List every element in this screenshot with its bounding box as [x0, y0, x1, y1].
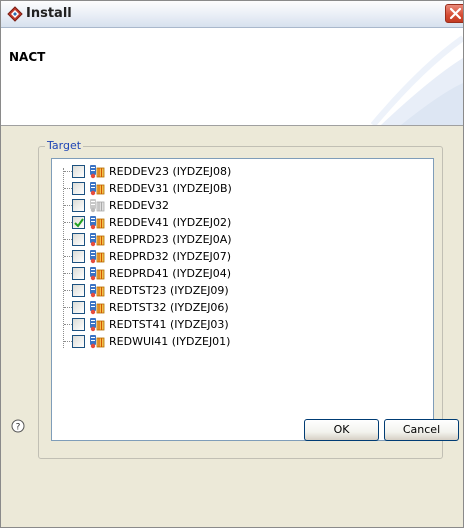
target-label: REDDEV41 (IYDZEJ02) — [109, 216, 232, 229]
tree-item[interactable]: REDWUI41 (IYDZEJ01) — [52, 333, 432, 349]
tree-item[interactable]: REDPRD32 (IYDZEJ07) — [52, 248, 432, 264]
target-tree[interactable]: REDDEV23 (IYDZEJ08) REDDEV31 (IYDZEJ0B) RE… — [51, 158, 434, 441]
tree-connector — [64, 324, 72, 325]
tree-item[interactable]: REDDEV32 — [52, 197, 432, 213]
target-checkbox[interactable] — [72, 250, 85, 263]
target-label: REDPRD41 (IYDZEJ04) — [109, 267, 232, 280]
install-app-icon — [7, 6, 23, 22]
target-checkbox[interactable] — [72, 233, 85, 246]
ok-button[interactable]: OK — [304, 419, 379, 441]
tree-item[interactable]: REDTST41 (IYDZEJ03) — [52, 316, 432, 332]
target-checkbox[interactable] — [72, 267, 85, 280]
title-bar[interactable]: Install — [1, 1, 463, 28]
target-label: REDDEV31 (IYDZEJ0B) — [109, 182, 232, 195]
tree-connector — [64, 239, 72, 240]
close-button[interactable] — [445, 4, 463, 23]
target-label: REDDEV23 (IYDZEJ08) — [109, 165, 232, 178]
region-icon — [90, 182, 105, 196]
tree-connector — [64, 307, 72, 308]
region-icon — [90, 284, 105, 298]
target-label: REDTST41 (IYDZEJ03) — [109, 318, 229, 331]
tree-item[interactable]: REDTST23 (IYDZEJ09) — [52, 282, 432, 298]
tree-connector — [64, 256, 72, 257]
tree-connector — [64, 341, 72, 342]
region-icon — [90, 199, 105, 213]
target-checkbox[interactable] — [72, 284, 85, 297]
region-icon — [90, 233, 105, 247]
tree-connector — [64, 273, 72, 274]
tree-item[interactable]: REDDEV23 (IYDZEJ08) — [52, 163, 432, 179]
region-icon — [90, 250, 105, 264]
install-dialog: Install NACT Target REDDEV23 (IYDZEJ08) R… — [0, 0, 464, 528]
header-title: NACT — [9, 50, 46, 64]
target-checkbox[interactable] — [72, 182, 85, 195]
target-checkbox[interactable] — [72, 165, 85, 178]
header-decoration — [370, 35, 463, 125]
tree-connector — [64, 205, 72, 206]
target-checkbox[interactable] — [72, 216, 85, 229]
dialog-body: Target REDDEV23 (IYDZEJ08) REDDEV31 (IYDZ… — [1, 126, 463, 527]
target-group-label: Target — [45, 139, 84, 152]
tree-item[interactable]: REDDEV41 (IYDZEJ02) — [52, 214, 432, 230]
region-icon — [90, 335, 105, 349]
target-checkbox[interactable] — [72, 199, 85, 212]
region-icon — [90, 318, 105, 332]
tree-item[interactable]: REDDEV31 (IYDZEJ0B) — [52, 180, 432, 196]
tree-item[interactable]: REDPRD41 (IYDZEJ04) — [52, 265, 432, 281]
region-icon — [90, 267, 105, 281]
tree-connector — [64, 188, 72, 189]
target-checkbox[interactable] — [72, 318, 85, 331]
window-title: Install — [26, 6, 72, 21]
tree-item[interactable]: REDTST32 (IYDZEJ06) — [52, 299, 432, 315]
target-label: REDPRD32 (IYDZEJ07) — [109, 250, 232, 263]
region-icon — [90, 301, 105, 315]
dialog-header: NACT — [1, 28, 463, 126]
target-label: REDTST32 (IYDZEJ06) — [109, 301, 229, 314]
close-icon — [449, 7, 462, 20]
region-icon — [90, 165, 105, 179]
tree-item[interactable]: REDPRD23 (IYDZEJ0A) — [52, 231, 432, 247]
checkmark-icon — [74, 218, 84, 228]
cancel-button[interactable]: Cancel — [384, 419, 459, 441]
target-label: REDWUI41 (IYDZEJ01) — [109, 335, 231, 348]
tree-connector — [64, 171, 72, 172]
target-checkbox[interactable] — [72, 335, 85, 348]
svg-text:?: ? — [16, 423, 21, 433]
help-icon[interactable]: ? — [11, 419, 25, 433]
target-label: REDTST23 (IYDZEJ09) — [109, 284, 229, 297]
target-label: REDPRD23 (IYDZEJ0A) — [109, 233, 232, 246]
region-icon — [90, 216, 105, 230]
tree-connector — [64, 290, 72, 291]
target-checkbox[interactable] — [72, 301, 85, 314]
tree-connector — [64, 222, 72, 223]
target-label: REDDEV32 — [109, 199, 170, 212]
